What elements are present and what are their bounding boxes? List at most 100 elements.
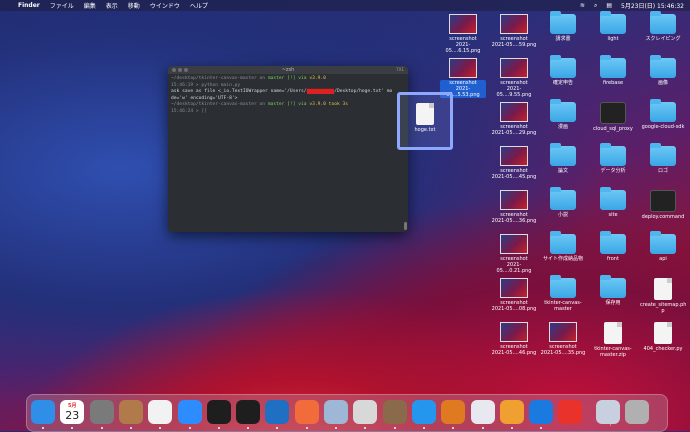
desktop-item-c4r3[interactable]: cloud_sql_proxy bbox=[590, 102, 636, 132]
folder-icon bbox=[550, 99, 576, 122]
folder-icon bbox=[650, 231, 676, 254]
terminal-scrollbar[interactable] bbox=[404, 222, 407, 230]
desktop-item-c5r4[interactable]: ロゴ bbox=[640, 143, 686, 174]
menu-view[interactable]: 表示 bbox=[106, 1, 118, 10]
folder-icon bbox=[550, 11, 576, 34]
desktop-item-c3r1[interactable]: 請求書 bbox=[540, 11, 586, 42]
image-thumbnail-icon bbox=[549, 322, 577, 342]
desktop-item-c2r7[interactable]: screenshot 2021-05....08.png bbox=[491, 278, 537, 312]
desktop-item-c4r7[interactable]: 保存用 bbox=[590, 275, 636, 306]
dock-app-finder[interactable] bbox=[31, 400, 55, 424]
folder-icon bbox=[600, 11, 626, 34]
image-thumbnail-icon bbox=[500, 102, 528, 122]
dock-app-zoom[interactable] bbox=[177, 400, 202, 424]
desktop-item-c5r5[interactable]: deploy.command bbox=[640, 190, 686, 220]
desktop-item-c1r1[interactable]: screenshot 2021-05....6.15.png bbox=[440, 14, 486, 54]
dock-app-system-preferences[interactable] bbox=[89, 400, 114, 424]
terminal-titlebar[interactable]: ~zsh 7X1 bbox=[168, 66, 408, 74]
desktop-item-label: screenshot 2021-05....6.15.png bbox=[445, 36, 481, 54]
menu-go[interactable]: 移動 bbox=[128, 1, 140, 10]
term-line-prompt-path: ~/desktop/tkinter-canvas-master on bbox=[171, 76, 268, 81]
desktop-item-c3r8[interactable]: screenshot 2021-05....35.png bbox=[540, 322, 586, 356]
folder-icon bbox=[650, 99, 676, 122]
running-indicator bbox=[129, 427, 132, 429]
desktop-item-c2r8[interactable]: screenshot 2021-05....46.png bbox=[491, 322, 537, 356]
desktop-item-c2r4[interactable]: screenshot 2021-05....45.png bbox=[491, 146, 537, 180]
desktop-item-c3r4[interactable]: 論文 bbox=[540, 143, 586, 174]
desktop-item-label: ロゴ bbox=[657, 168, 668, 174]
term-line-branch: master [!] via bbox=[267, 76, 310, 81]
terminal-output[interactable]: ~/desktop/tkinter-canvas-master on maste… bbox=[168, 74, 408, 117]
desktop-item-c4r1[interactable]: light bbox=[590, 11, 636, 42]
desktop-item-c5r7[interactable]: create_sitemap.ph p bbox=[640, 278, 686, 314]
term-line-version: v3.9.0 bbox=[309, 76, 326, 81]
menu-window[interactable]: ウインドウ bbox=[150, 1, 180, 10]
dock-app-terminal-1[interactable] bbox=[206, 400, 231, 424]
desktop-item-label: deploy.command bbox=[641, 214, 685, 220]
running-indicator bbox=[540, 427, 543, 429]
desktop-item-c3r7[interactable]: tkinter-canvas-master bbox=[540, 275, 586, 312]
dragged-file[interactable]: hoge.txt bbox=[397, 92, 453, 150]
image-thumbnail-icon bbox=[500, 322, 528, 342]
dock-app-contacts[interactable] bbox=[118, 400, 143, 424]
desktop-item-c5r8[interactable]: 404_checker.py bbox=[640, 322, 686, 352]
running-indicator bbox=[335, 427, 337, 429]
dock-app-sourcetree[interactable] bbox=[441, 400, 466, 424]
desktop-item-c5r3[interactable]: google-cloud-sdk bbox=[640, 99, 686, 130]
menu-file[interactable]: ファイル bbox=[50, 1, 74, 10]
dock-app-clock[interactable] bbox=[558, 400, 583, 424]
folder-icon bbox=[550, 143, 576, 166]
desktop-item-c3r6[interactable]: サイト作成納品物 bbox=[540, 231, 586, 262]
desktop-item-label: 確定申告 bbox=[552, 80, 573, 86]
desktop-item-c2r5[interactable]: screenshot 2021-05....36.png bbox=[491, 190, 537, 224]
dock-app-calendar[interactable]: 5月 23 bbox=[60, 400, 85, 424]
term-line-prompt-path-2: ~/desktop/tkinter-canvas-master on bbox=[171, 102, 268, 107]
desktop-item-c5r1[interactable]: スクレイピング bbox=[640, 11, 686, 42]
desktop-item-c4r6[interactable]: front bbox=[590, 231, 636, 262]
desktop-item-c2r6[interactable]: screenshot 2021-05....0.21.png bbox=[491, 234, 537, 274]
status-area: ≋ ⌕ ▤ 5月23日(日) 15:46:32 bbox=[580, 0, 684, 11]
desktop-item-c4r4[interactable]: データ分析 bbox=[590, 143, 636, 174]
desktop-item-c3r2[interactable]: 確定申告 bbox=[540, 55, 586, 86]
terminal-window[interactable]: ~zsh 7X1 ~/desktop/tkinter-canvas-master… bbox=[168, 66, 408, 232]
desktop-item-c5r2[interactable]: 画像 bbox=[640, 55, 686, 86]
desktop-item-c4r2[interactable]: firebase bbox=[590, 55, 636, 86]
running-indicator bbox=[159, 427, 162, 429]
dock-app-trash[interactable] bbox=[625, 400, 649, 424]
dock-app-preview[interactable] bbox=[382, 400, 407, 424]
dock-app-chrome[interactable] bbox=[148, 400, 173, 424]
dock-app-postman[interactable] bbox=[294, 400, 319, 424]
desktop-item-c4r5[interactable]: site bbox=[590, 187, 636, 218]
dock-app-screenshot[interactable] bbox=[595, 400, 620, 424]
clock[interactable]: 5月23日(日) 15:46:32 bbox=[621, 1, 684, 10]
desktop-item-c5r6[interactable]: api bbox=[640, 231, 686, 262]
dock-app-quicktime[interactable] bbox=[324, 400, 348, 424]
menu-edit[interactable]: 編集 bbox=[84, 1, 96, 10]
desktop-item-c4r8[interactable]: tkinter-canvas-master.zip bbox=[590, 322, 636, 358]
desktop-item-c3r3[interactable]: 漫画 bbox=[540, 99, 586, 130]
dock-app-sequel[interactable] bbox=[353, 400, 378, 424]
menu-bar: Finder ファイル 編集 表示 移動 ウインドウ ヘルプ ≋ ⌕ ▤ 5月2… bbox=[0, 0, 690, 11]
dock-app-docker[interactable] bbox=[411, 400, 436, 424]
desktop-item-c2r1[interactable]: screenshot 2021-05....59.png bbox=[491, 14, 537, 48]
menu-app-name[interactable]: Finder bbox=[18, 2, 40, 9]
dock-app-vs-code[interactable] bbox=[265, 400, 290, 424]
desktop-item-label: light bbox=[607, 36, 619, 42]
dock-app-slides[interactable] bbox=[499, 400, 524, 424]
dock-app-terminal-2[interactable] bbox=[236, 400, 261, 424]
document-icon bbox=[604, 322, 622, 344]
wifi-icon[interactable]: ≋ bbox=[580, 2, 585, 9]
running-indicator bbox=[71, 427, 74, 429]
desktop-item-label: cloud_sql_proxy bbox=[593, 126, 633, 132]
search-icon[interactable]: ⌕ bbox=[594, 2, 597, 10]
folder-icon bbox=[550, 55, 576, 78]
dock-app-infinity[interactable] bbox=[529, 400, 554, 424]
document-icon bbox=[654, 322, 672, 344]
desktop-item-c3r5[interactable]: 小説 bbox=[540, 187, 586, 218]
desktop-item-c2r2[interactable]: screenshot 2021-05....9.55.png bbox=[491, 58, 537, 98]
desktop-item-c2r3[interactable]: screenshot 2021-05....29.png bbox=[491, 102, 537, 136]
control-center-icon[interactable]: ▤ bbox=[606, 2, 612, 9]
dock-app-app[interactable] bbox=[470, 400, 495, 424]
menu-help[interactable]: ヘルプ bbox=[190, 1, 208, 10]
image-thumbnail-icon bbox=[500, 14, 528, 34]
